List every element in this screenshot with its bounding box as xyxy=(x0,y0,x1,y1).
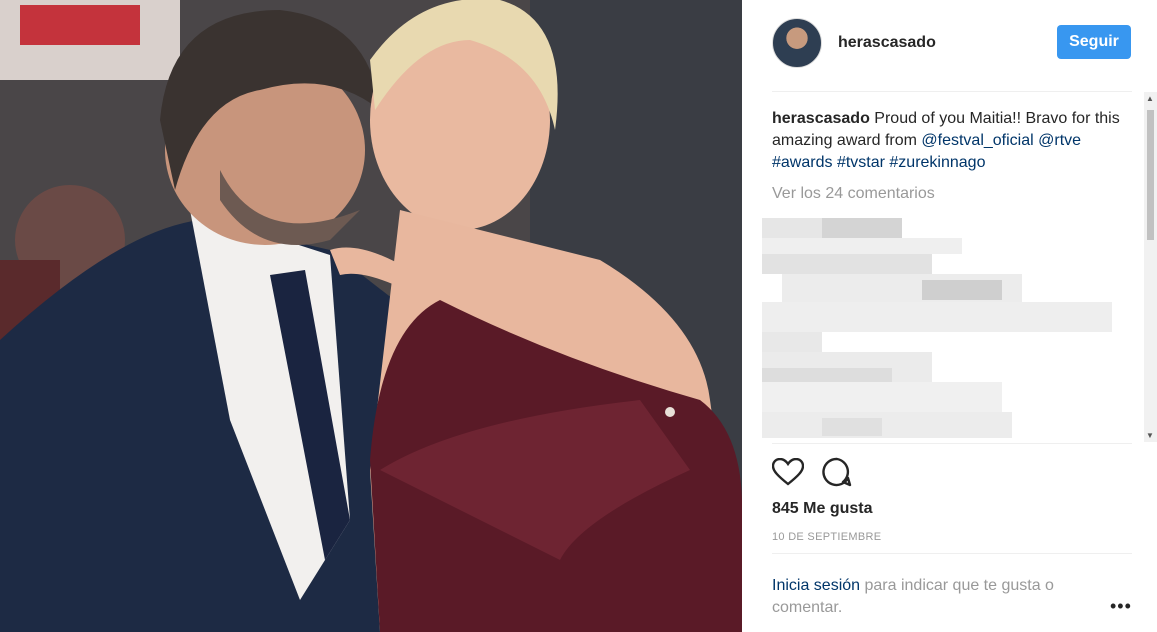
caption-tag[interactable]: #zurekinnago xyxy=(889,154,985,171)
username-link[interactable]: herascasado xyxy=(838,34,936,52)
scroll-down-icon[interactable]: ▼ xyxy=(1146,431,1154,440)
caption-username[interactable]: herascasado xyxy=(772,110,870,127)
comments-scrollbar[interactable]: ▲ ▼ xyxy=(1144,92,1157,442)
caption-tag[interactable]: #tvstar xyxy=(837,154,885,171)
comment-icon[interactable] xyxy=(822,457,852,487)
post-photo[interactable] xyxy=(0,0,742,632)
footer-divider xyxy=(772,553,1132,554)
caption-tag[interactable]: #awards xyxy=(772,154,832,171)
follow-button[interactable]: Seguir xyxy=(1057,25,1131,59)
login-link[interactable]: Inicia sesión xyxy=(772,577,860,594)
scrollbar-thumb[interactable] xyxy=(1147,110,1154,240)
post-photo-illustration xyxy=(0,0,742,632)
heart-icon[interactable] xyxy=(772,458,804,486)
login-prompt: Inicia sesión para indicar que te gusta … xyxy=(772,575,1102,619)
post-date: 10 DE SEPTIEMBRE xyxy=(772,531,882,543)
more-options-icon[interactable]: ••• xyxy=(1110,596,1132,617)
header-divider xyxy=(772,91,1132,92)
avatar[interactable] xyxy=(772,18,822,68)
comments-divider xyxy=(772,443,1132,444)
caption-mention[interactable]: @festval_oficial xyxy=(921,132,1033,149)
post-caption: herascasado Proud of you Maitia!! Bravo … xyxy=(772,108,1127,174)
likes-count[interactable]: 845 Me gusta xyxy=(772,500,872,518)
blurred-comments xyxy=(762,218,1132,443)
post-sidebar: herascasado Seguir herascasado Proud of … xyxy=(742,0,1157,632)
scroll-up-icon[interactable]: ▲ xyxy=(1146,94,1154,103)
post-header: herascasado Seguir xyxy=(772,18,1132,70)
caption-tag[interactable]: @rtve xyxy=(1038,132,1081,149)
view-comments-link[interactable]: Ver los 24 comentarios xyxy=(772,185,935,203)
